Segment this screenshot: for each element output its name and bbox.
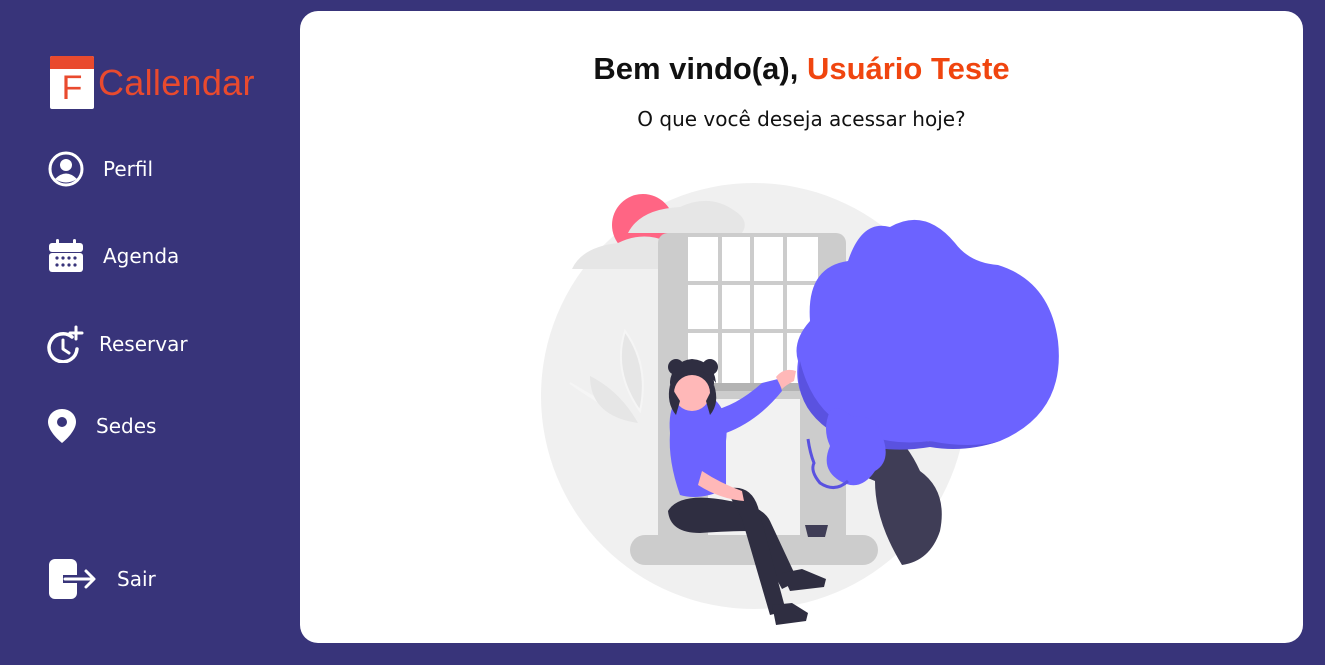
sidebar-item-label: Agenda — [103, 244, 180, 268]
sidebar-item-sedes[interactable]: Sedes — [47, 408, 156, 444]
sidebar-item-reservar[interactable]: Reservar — [46, 325, 188, 363]
logout-icon — [49, 558, 99, 600]
greeting-text: Bem vindo(a), — [593, 51, 799, 86]
welcome-title: Bem vindo(a), Usuário Teste — [300, 51, 1303, 87]
user-name: Usuário Teste — [806, 51, 1010, 86]
logo-text: Callendar — [98, 61, 255, 103]
logout-label: Sair — [117, 567, 156, 591]
page-subtitle: O que você deseja acessar hoje? — [637, 107, 966, 131]
sidebar-item-label: Sedes — [96, 414, 157, 438]
sidebar-item-perfil[interactable]: Perfil — [47, 150, 153, 188]
main-card: Bem vindo(a), Usuário Teste O que você d… — [300, 11, 1303, 643]
sidebar: F Callendar Perfil Agenda Reservar Sedes… — [0, 0, 300, 665]
logo-calendar-icon: F — [50, 56, 94, 109]
clock-plus-icon — [46, 325, 84, 363]
logout-button[interactable]: Sair — [49, 558, 156, 600]
logo-letter: F — [61, 69, 83, 107]
map-pin-icon — [47, 408, 77, 444]
woman-window-illustration — [530, 171, 1070, 635]
app-logo[interactable]: F Callendar — [50, 56, 255, 109]
calendar-icon — [48, 238, 84, 274]
sidebar-item-label: Perfil — [103, 157, 154, 181]
user-circle-icon — [47, 150, 85, 188]
sidebar-item-agenda[interactable]: Agenda — [48, 238, 179, 274]
sidebar-item-label: Reservar — [99, 332, 188, 356]
